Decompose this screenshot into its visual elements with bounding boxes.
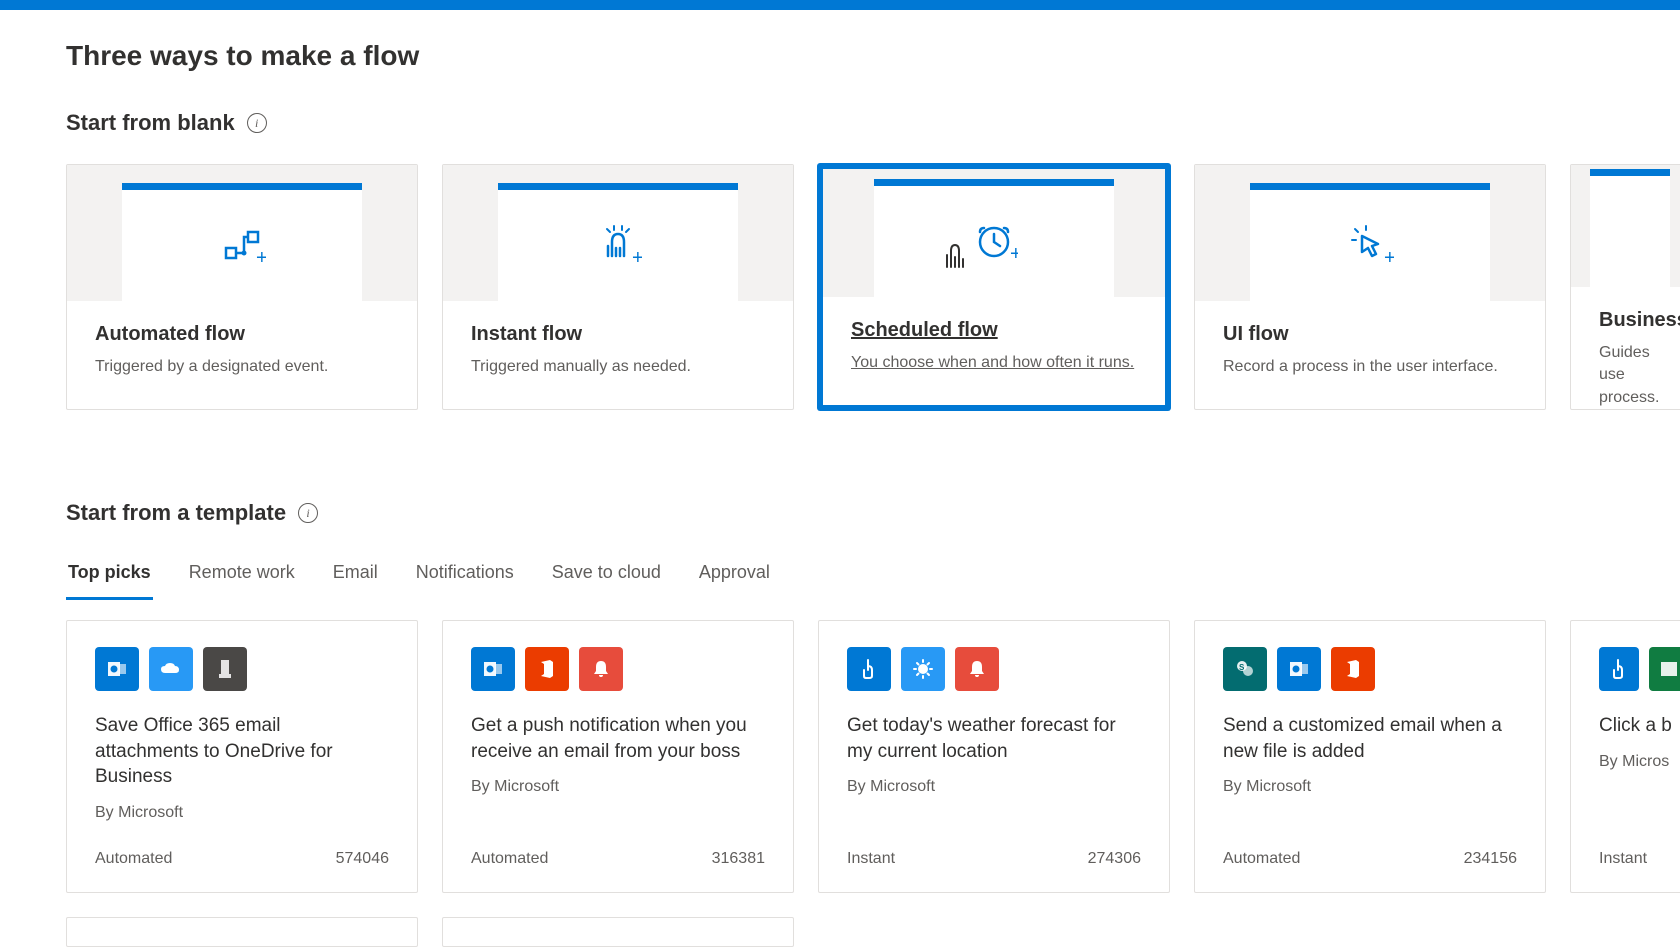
template-type: Instant <box>1599 850 1647 868</box>
flow-card-ui[interactable]: + UI flow Record a process in the user i… <box>1194 164 1546 410</box>
template-card-row: Save Office 365 email attachments to One… <box>66 620 1680 893</box>
tab-top-picks[interactable]: Top picks <box>66 554 153 600</box>
card-desc: You choose when and how often it runs. <box>851 352 1137 374</box>
template-count: 274306 <box>1088 850 1141 868</box>
office-icon <box>1331 647 1375 691</box>
template-author: By Microsoft <box>95 804 389 822</box>
template-title: Send a customized email when a new file … <box>1223 713 1517 764</box>
template-card[interactable] <box>66 917 418 947</box>
template-title: Save Office 365 email attachments to One… <box>95 713 389 790</box>
sharepoint-icon: S <box>1223 647 1267 691</box>
instant-icon: + <box>594 222 642 270</box>
template-author: By Microsoft <box>847 778 1141 796</box>
blank-section-heading: Start from blank <box>66 110 235 136</box>
flow-card-instant[interactable]: + Instant flow Triggered manually as nee… <box>442 164 794 410</box>
svg-text:+: + <box>256 247 266 269</box>
template-author: By Microsoft <box>1223 778 1517 796</box>
template-type: Automated <box>471 850 548 868</box>
gray-connector-icon <box>203 647 247 691</box>
template-author: By Micros <box>1599 753 1680 771</box>
notification-icon <box>579 647 623 691</box>
template-card[interactable]: Get a push notification when you receive… <box>442 620 794 893</box>
card-desc: Record a process in the user interface. <box>1223 356 1517 378</box>
template-card[interactable]: Save Office 365 email attachments to One… <box>66 620 418 893</box>
template-title: Get a push notification when you receive… <box>471 713 765 764</box>
template-title: Click a b <box>1599 713 1680 739</box>
card-title: Automated flow <box>95 323 389 346</box>
button-icon <box>847 647 891 691</box>
template-type: Automated <box>95 850 172 868</box>
tab-notifications[interactable]: Notifications <box>414 554 516 600</box>
page-title: Three ways to make a flow <box>66 40 1680 72</box>
template-section-heading: Start from a template <box>66 500 286 526</box>
template-count: 234156 <box>1464 850 1517 868</box>
office-icon <box>525 647 569 691</box>
svg-text:+: + <box>1010 243 1018 265</box>
template-count: 316381 <box>712 850 765 868</box>
template-card[interactable]: Click a b By Micros Instant <box>1570 620 1680 893</box>
tab-remote-work[interactable]: Remote work <box>187 554 297 600</box>
template-type: Automated <box>1223 850 1300 868</box>
template-count: 574046 <box>336 850 389 868</box>
blank-card-row: + Automated flow Triggered by a designat… <box>66 164 1680 410</box>
top-bar <box>0 0 1680 10</box>
flow-card-automated[interactable]: + Automated flow Triggered by a designat… <box>66 164 418 410</box>
svg-text:+: + <box>1384 247 1394 269</box>
tab-approval[interactable]: Approval <box>697 554 772 600</box>
automated-icon: + <box>218 222 266 270</box>
notification-icon <box>955 647 999 691</box>
outlook-icon <box>1277 647 1321 691</box>
onedrive-icon <box>149 647 193 691</box>
card-title: UI flow <box>1223 323 1517 346</box>
card-desc: Guides use process. <box>1599 342 1661 409</box>
tab-email[interactable]: Email <box>331 554 380 600</box>
ui-icon: + <box>1346 222 1394 270</box>
template-tabs: Top picks Remote work Email Notification… <box>66 554 1680 600</box>
outlook-icon <box>471 647 515 691</box>
template-card[interactable]: S Send a customized email when a new fil… <box>1194 620 1546 893</box>
card-title: Instant flow <box>471 323 765 346</box>
button-icon <box>1599 647 1639 691</box>
template-card[interactable] <box>442 917 794 947</box>
card-title: Business <box>1599 309 1661 332</box>
template-type: Instant <box>847 850 895 868</box>
outlook-icon <box>95 647 139 691</box>
card-desc: Triggered manually as needed. <box>471 356 765 378</box>
card-title: Scheduled flow <box>851 319 1137 342</box>
tab-save-to-cloud[interactable]: Save to cloud <box>550 554 663 600</box>
template-title: Get today's weather forecast for my curr… <box>847 713 1141 764</box>
excel-icon <box>1649 647 1680 691</box>
weather-icon <box>901 647 945 691</box>
scheduled-icon: + <box>970 218 1018 266</box>
card-desc: Triggered by a designated event. <box>95 356 389 378</box>
info-icon[interactable]: i <box>298 503 318 523</box>
info-icon[interactable]: i <box>247 113 267 133</box>
flow-card-business[interactable]: Business Guides use process. <box>1570 164 1680 410</box>
flow-card-scheduled[interactable]: + Scheduled flow You choose when and how… <box>818 164 1170 410</box>
template-author: By Microsoft <box>471 778 765 796</box>
template-card[interactable]: Get today's weather forecast for my curr… <box>818 620 1170 893</box>
svg-text:+: + <box>632 247 642 269</box>
svg-text:S: S <box>1239 663 1245 672</box>
